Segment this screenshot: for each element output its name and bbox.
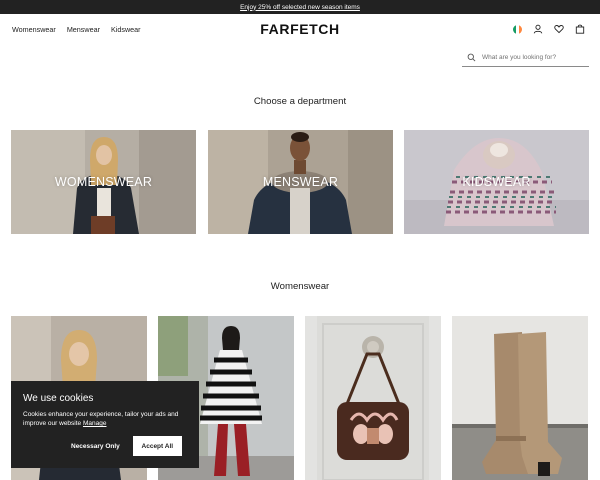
flag-stripe-orange bbox=[519, 24, 522, 34]
accept-all-button[interactable]: Accept All bbox=[132, 436, 182, 456]
search-icon[interactable] bbox=[467, 53, 476, 62]
tile-label-menswear: MENSWEAR bbox=[262, 175, 339, 189]
necessary-only-button[interactable]: Necessary Only bbox=[71, 443, 120, 450]
department-tile-kidswear[interactable]: KIDSWEAR bbox=[404, 130, 589, 234]
product-card-suede-boots[interactable] bbox=[452, 316, 588, 480]
site-header: Womenswear Menswear Kidswear FARFETCH bbox=[0, 14, 600, 46]
header-icons bbox=[513, 24, 585, 34]
cookie-body: Cookies enhance your experience, tailor … bbox=[23, 410, 187, 428]
cookie-banner: We use cookies Cookies enhance your expe… bbox=[11, 381, 199, 468]
department-tile-menswear[interactable]: MENSWEAR bbox=[208, 130, 393, 234]
search-bar bbox=[462, 49, 589, 67]
cookie-buttons: Necessary Only Accept All bbox=[71, 436, 182, 456]
tile-label-womenswear: WOMENSWEAR bbox=[54, 175, 153, 189]
wishlist-heart-icon[interactable] bbox=[554, 24, 564, 34]
product-card-embroidered-bag[interactable] bbox=[305, 316, 441, 480]
country-flag-icon[interactable] bbox=[513, 24, 522, 34]
shopping-bag-icon[interactable] bbox=[575, 24, 585, 34]
farfetch-logo[interactable]: FARFETCH bbox=[0, 21, 600, 37]
search-input[interactable] bbox=[482, 54, 582, 61]
tile-label-kidswear: KIDSWEAR bbox=[462, 175, 531, 189]
account-icon[interactable] bbox=[533, 24, 543, 34]
cookie-title: We use cookies bbox=[23, 393, 94, 404]
promo-bar: Enjoy 25% off selected new season items bbox=[0, 0, 600, 14]
womenswear-heading: Womenswear bbox=[270, 281, 330, 292]
department-tile-womenswear[interactable]: WOMENSWEAR bbox=[11, 130, 196, 234]
promo-link[interactable]: Enjoy 25% off selected new season items bbox=[240, 4, 360, 11]
cookie-manage-link[interactable]: Manage bbox=[83, 420, 107, 427]
product-image-embroidered-bag bbox=[305, 316, 441, 480]
department-heading: Choose a department bbox=[253, 96, 347, 107]
product-image-suede-boots bbox=[452, 316, 588, 480]
